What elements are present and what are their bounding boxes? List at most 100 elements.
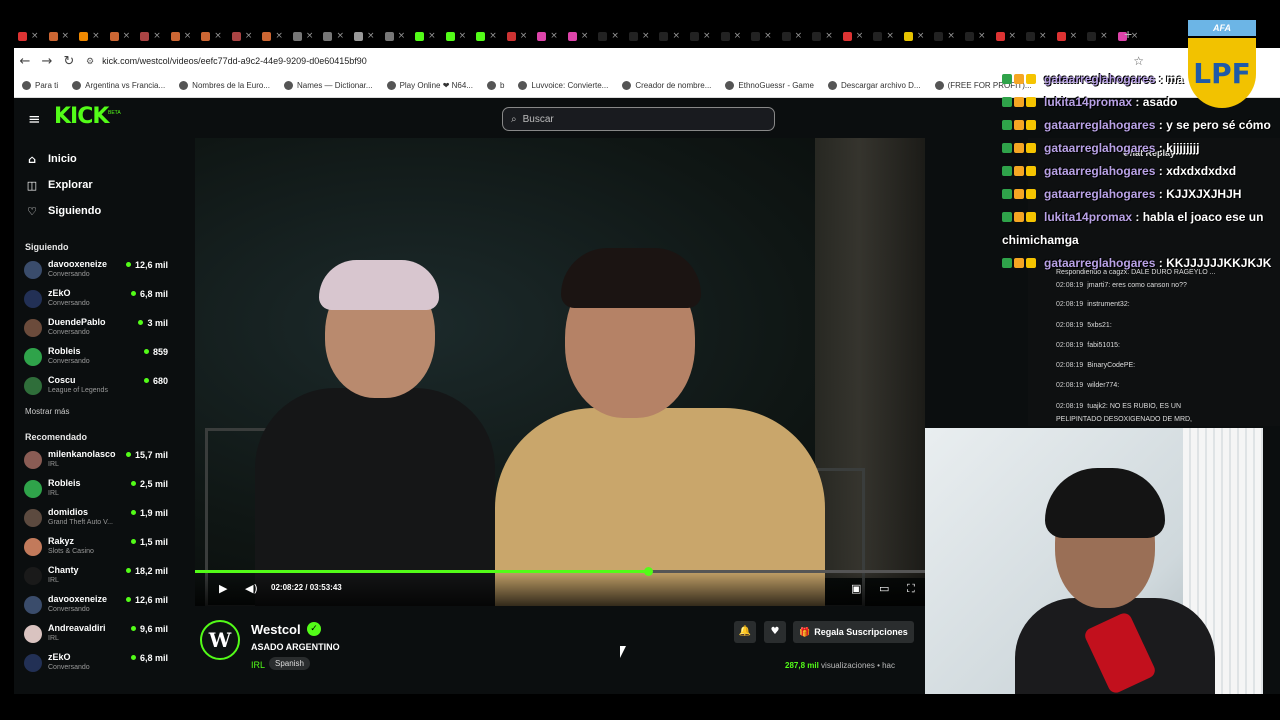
forward-button[interactable]: → xyxy=(36,54,58,69)
sidebar-item-inicio[interactable]: ⌂ Inicio xyxy=(14,146,180,172)
browser-tab[interactable]: × xyxy=(1053,28,1084,44)
browser-tab[interactable]: × xyxy=(45,28,76,44)
channel-row[interactable]: Chanty IRL 18,2 mil xyxy=(14,564,180,593)
bookmark-item[interactable]: Creador de nombre... xyxy=(622,81,711,90)
tab-close-icon[interactable]: × xyxy=(214,31,222,41)
tab-close-icon[interactable]: × xyxy=(1009,31,1017,41)
kick-logo[interactable]: KICK xyxy=(54,104,109,129)
tab-close-icon[interactable]: × xyxy=(153,31,161,41)
tab-close-icon[interactable]: × xyxy=(428,31,436,41)
bookmark-item[interactable]: b xyxy=(486,81,504,90)
browser-tab[interactable]: × xyxy=(839,28,870,44)
channel-row[interactable]: zEkO Conversando 6,8 mil xyxy=(14,651,180,680)
volume-icon[interactable]: ◀) xyxy=(245,582,258,595)
video-player[interactable]: ▶ ◀) 02:08:22 / 03:53:43 ▣ ▭ ⛶ xyxy=(195,138,925,606)
progress-handle[interactable] xyxy=(643,567,653,576)
tab-close-icon[interactable]: × xyxy=(184,31,192,41)
browser-tab[interactable]: × xyxy=(289,28,320,44)
tab-close-icon[interactable]: × xyxy=(978,31,986,41)
tab-close-icon[interactable]: × xyxy=(1039,31,1047,41)
tab-close-icon[interactable]: × xyxy=(642,31,650,41)
tab-close-icon[interactable]: × xyxy=(703,31,711,41)
bookmark-item[interactable]: Luvvoice: Convierte... xyxy=(518,81,608,90)
bookmark-item[interactable]: Nombres de la Euro... xyxy=(179,81,270,90)
tab-close-icon[interactable]: × xyxy=(31,31,39,41)
play-icon[interactable]: ▶ xyxy=(219,582,227,595)
sidebar-item-siguiendo[interactable]: ♡ Siguiendo xyxy=(14,198,180,224)
browser-tab[interactable]: × xyxy=(686,28,717,44)
browser-tab[interactable]: × xyxy=(319,28,350,44)
language-tag[interactable]: Spanish xyxy=(269,657,310,670)
tab-close-icon[interactable]: × xyxy=(367,31,375,41)
tab-close-icon[interactable]: × xyxy=(92,31,100,41)
miniplayer-icon[interactable]: ▣ xyxy=(851,582,861,595)
tab-close-icon[interactable]: × xyxy=(764,31,772,41)
browser-tab[interactable]: × xyxy=(992,28,1023,44)
channel-row[interactable]: milenkanolasco IRL 15,7 mil xyxy=(14,448,180,477)
tab-close-icon[interactable]: × xyxy=(917,31,925,41)
channel-row[interactable]: DuendePablo Conversando 3 mil xyxy=(14,316,180,345)
channel-row[interactable]: Andreavaldiri IRL 9,6 mil xyxy=(14,622,180,651)
follow-heart-button[interactable]: ♥ xyxy=(764,621,786,643)
bookmark-item[interactable]: Play Online ❤ N64... xyxy=(386,81,473,90)
browser-tab[interactable]: × xyxy=(808,28,839,44)
channel-row[interactable]: Robleis IRL 2,5 mil xyxy=(14,477,180,506)
fullscreen-icon[interactable]: ⛶ xyxy=(907,582,915,596)
browser-tab[interactable]: × xyxy=(594,28,625,44)
browser-tab[interactable]: × xyxy=(900,28,931,44)
menu-icon[interactable]: ≡ xyxy=(28,110,41,128)
browser-tab[interactable]: × xyxy=(472,28,503,44)
channel-row[interactable]: Rakyz Slots & Casino 1,5 mil xyxy=(14,535,180,564)
channel-row[interactable]: Coscu League of Legends 680 xyxy=(14,374,180,403)
tab-close-icon[interactable]: × xyxy=(1100,31,1108,41)
browser-tab[interactable]: × xyxy=(625,28,656,44)
browser-tab[interactable]: × xyxy=(869,28,900,44)
bookmark-item[interactable]: Para ti xyxy=(22,81,58,90)
tab-close-icon[interactable]: × xyxy=(520,31,528,41)
tab-close-icon[interactable]: × xyxy=(275,31,283,41)
tab-close-icon[interactable]: × xyxy=(611,31,619,41)
channel-row[interactable]: zEkO Conversando 6,8 mil xyxy=(14,287,180,316)
browser-tab[interactable]: × xyxy=(717,28,748,44)
sidebar-item-explorar[interactable]: ◫ Explorar xyxy=(14,172,180,198)
channel-row[interactable]: davooxeneize Conversando 12,6 mil xyxy=(14,593,180,622)
tab-close-icon[interactable]: × xyxy=(795,31,803,41)
progress-bar[interactable] xyxy=(195,567,925,576)
tab-close-icon[interactable]: × xyxy=(550,31,558,41)
browser-tab[interactable]: × xyxy=(961,28,992,44)
browser-tab[interactable]: × xyxy=(106,28,137,44)
tab-close-icon[interactable]: × xyxy=(62,31,70,41)
channel-row[interactable]: domidios Grand Theft Auto V... 1,9 mil xyxy=(14,506,180,535)
tab-close-icon[interactable]: × xyxy=(123,31,131,41)
browser-tab[interactable]: × xyxy=(533,28,564,44)
browser-tab[interactable]: × xyxy=(503,28,534,44)
browser-tab[interactable]: × xyxy=(197,28,228,44)
search-input[interactable]: ⌕ Buscar xyxy=(502,107,775,131)
bookmark-item[interactable]: Descargar archivo D... xyxy=(828,81,921,90)
show-more-link[interactable]: Mostrar más xyxy=(14,407,180,416)
browser-tab[interactable]: × xyxy=(564,28,595,44)
browser-tab[interactable]: × xyxy=(381,28,412,44)
notification-bell-button[interactable]: 🔔 xyxy=(734,621,756,643)
browser-tab[interactable]: × xyxy=(136,28,167,44)
channel-row[interactable]: Robleis Conversando 859 xyxy=(14,345,180,374)
browser-tab[interactable]: × xyxy=(1083,28,1114,44)
tab-close-icon[interactable]: × xyxy=(672,31,680,41)
tab-close-icon[interactable]: × xyxy=(1070,31,1078,41)
browser-tab[interactable]: × xyxy=(778,28,809,44)
tab-close-icon[interactable]: × xyxy=(734,31,742,41)
browser-tab[interactable]: × xyxy=(228,28,259,44)
tab-close-icon[interactable]: × xyxy=(306,31,314,41)
site-info-icon[interactable]: ⚙ xyxy=(86,56,94,67)
gift-subs-button[interactable]: 🎁 Regala Suscripciones xyxy=(793,621,914,643)
tab-close-icon[interactable]: × xyxy=(398,31,406,41)
back-button[interactable]: ← xyxy=(14,54,36,69)
browser-tab[interactable]: × xyxy=(350,28,381,44)
tab-close-icon[interactable]: × xyxy=(245,31,253,41)
url-field[interactable]: kick.com/westcol/videos/eefc77dd-a9c2-44… xyxy=(102,56,367,66)
tab-close-icon[interactable]: × xyxy=(459,31,467,41)
browser-tab[interactable]: × xyxy=(747,28,778,44)
bookmark-item[interactable]: Argentina vs Francia... xyxy=(72,81,165,90)
tab-close-icon[interactable]: × xyxy=(489,31,497,41)
browser-tab[interactable]: × xyxy=(14,28,45,44)
